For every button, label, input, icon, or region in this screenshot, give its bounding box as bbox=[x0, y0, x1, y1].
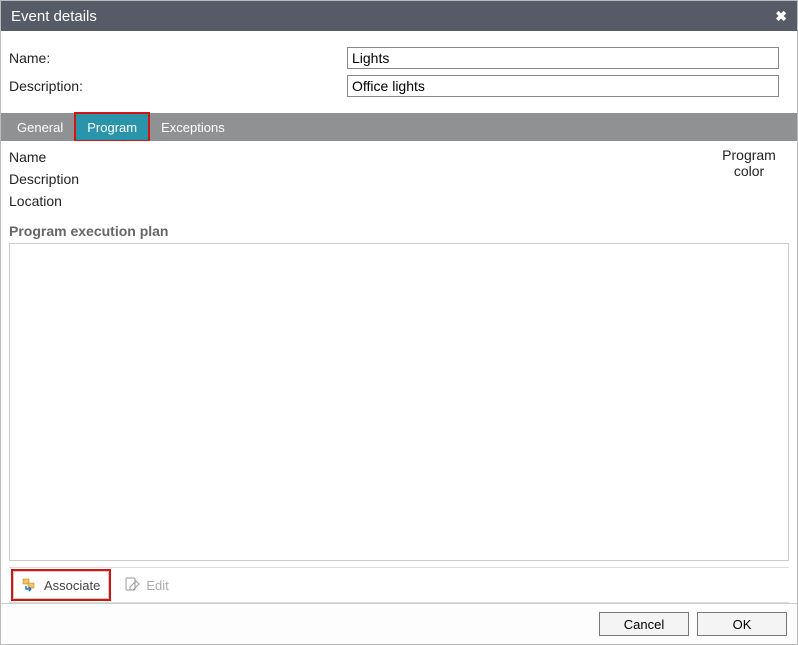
tabstrip: General Program Exceptions bbox=[1, 113, 797, 141]
name-input[interactable] bbox=[347, 47, 779, 69]
associate-icon bbox=[22, 577, 38, 593]
description-label: Description: bbox=[9, 78, 347, 94]
description-input[interactable] bbox=[347, 75, 779, 97]
prog-description-label: Description bbox=[9, 169, 79, 189]
program-info-top: Name Description Location Program color bbox=[9, 147, 789, 211]
name-row: Name: bbox=[9, 47, 789, 69]
edit-label: Edit bbox=[146, 578, 168, 593]
plan-box bbox=[9, 243, 789, 561]
edit-icon bbox=[124, 577, 140, 593]
tab-general[interactable]: General bbox=[5, 113, 75, 141]
prog-name-label: Name bbox=[9, 147, 79, 167]
name-label: Name: bbox=[9, 50, 347, 66]
dialog-footer: Cancel OK bbox=[1, 603, 797, 644]
associate-button[interactable]: Associate bbox=[13, 571, 109, 599]
associate-label: Associate bbox=[44, 578, 100, 593]
window-title: Event details bbox=[11, 8, 97, 25]
edit-button: Edit bbox=[115, 571, 177, 599]
program-panel: Name Description Location Program color … bbox=[1, 141, 797, 603]
tab-program[interactable]: Program bbox=[75, 113, 149, 141]
prog-location-label: Location bbox=[9, 191, 79, 211]
form-area: Name: Description: bbox=[1, 31, 797, 113]
event-details-dialog: Event details ✖ Name: Description: Gener… bbox=[0, 0, 798, 645]
ok-button[interactable]: OK bbox=[697, 612, 787, 636]
program-info-labels: Name Description Location bbox=[9, 147, 79, 211]
tab-exceptions[interactable]: Exceptions bbox=[149, 113, 237, 141]
close-icon[interactable]: ✖ bbox=[775, 8, 787, 25]
program-color-label: Program color bbox=[709, 147, 789, 179]
titlebar: Event details ✖ bbox=[1, 1, 797, 31]
program-toolbar: Associate Edit bbox=[9, 567, 789, 603]
description-row: Description: bbox=[9, 75, 789, 97]
cancel-button[interactable]: Cancel bbox=[599, 612, 689, 636]
plan-header: Program execution plan bbox=[9, 223, 789, 239]
